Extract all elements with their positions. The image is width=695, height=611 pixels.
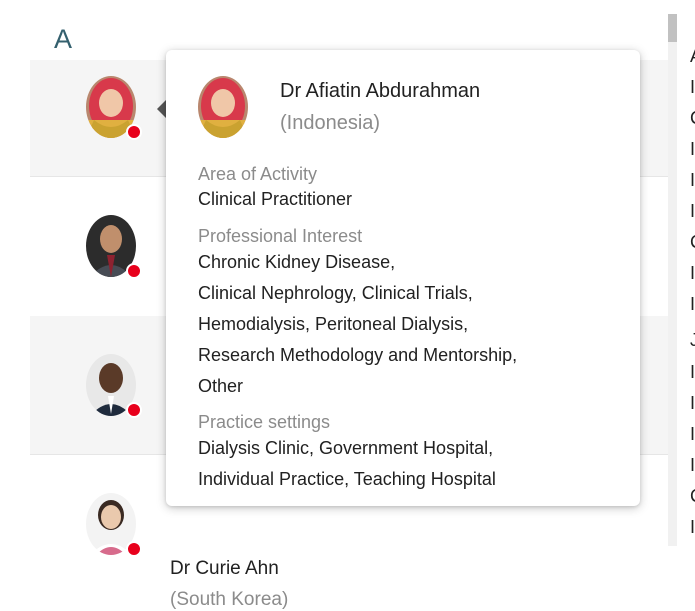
- column-char: I: [690, 424, 695, 444]
- member-name[interactable]: Dr Curie Ahn: [170, 558, 279, 580]
- letter-heading: A: [54, 24, 73, 54]
- column-char: I: [690, 170, 695, 190]
- interest-label: Professional Interest: [198, 226, 363, 246]
- column-char: I: [690, 393, 695, 413]
- popover-name: Dr Afiatin Abdurahman: [280, 80, 481, 102]
- member-country: (South Korea): [170, 589, 289, 610]
- column-char: C: [690, 486, 695, 507]
- interest-line: Chronic Kidney Disease,: [198, 252, 396, 272]
- column-char: C: [690, 108, 695, 129]
- list-scrollbar[interactable]: [668, 14, 677, 546]
- scrollbar-thumb[interactable]: [668, 14, 677, 42]
- interest-line: Other: [198, 376, 244, 396]
- column-char: I: [690, 201, 695, 221]
- interest-line: Clinical Nephrology, Clinical Trials,: [198, 283, 473, 303]
- avatar: [86, 76, 142, 142]
- popover-country: (Indonesia): [280, 112, 381, 134]
- status-dot: [126, 263, 142, 279]
- practice-label: Practice settings: [198, 412, 331, 432]
- interest-line: Hemodialysis, Peritoneal Dialysis,: [198, 314, 469, 334]
- area-value: Clinical Practitioner: [198, 189, 353, 209]
- popover-avatar: [198, 76, 248, 138]
- column-char: I: [690, 77, 695, 97]
- avatar: [86, 493, 142, 559]
- column-char: I: [690, 517, 695, 537]
- practice-line: Individual Practice, Teaching Hospital: [198, 469, 496, 489]
- practice-line: Dialysis Clinic, Government Hospital,: [198, 438, 494, 458]
- column-char: I: [690, 263, 695, 283]
- column-char: I: [690, 455, 695, 475]
- member-popover: Dr Afiatin Abdurahman (Indonesia) Area o…: [166, 50, 640, 506]
- column-char: I: [690, 362, 695, 382]
- avatar: [86, 354, 142, 420]
- status-dot: [126, 124, 142, 140]
- column-char: I: [690, 139, 695, 159]
- adjacent-column: A I C I I I C I I J I I I I C I: [690, 46, 695, 546]
- column-char: A: [690, 46, 695, 67]
- column-char: I: [690, 294, 695, 314]
- popover-pointer: [157, 100, 166, 118]
- interest-line: Research Methodology and Mentorship,: [198, 345, 518, 365]
- status-dot: [126, 541, 142, 557]
- area-label: Area of Activity: [198, 164, 318, 184]
- avatar: [86, 215, 142, 281]
- column-char: J: [690, 330, 695, 350]
- column-char: C: [690, 232, 695, 253]
- status-dot: [126, 402, 142, 418]
